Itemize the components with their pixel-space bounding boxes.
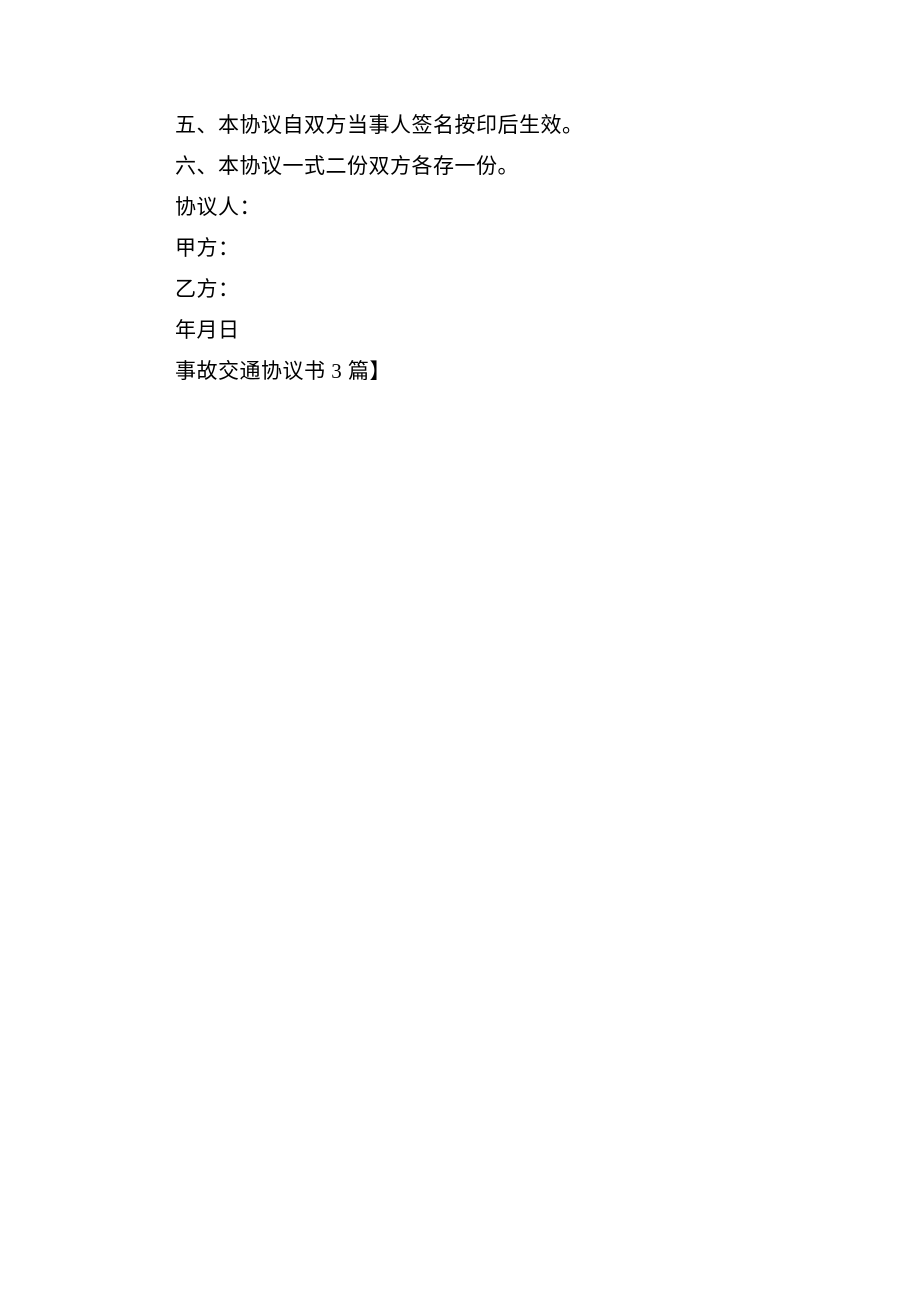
document-content: 五、本协议自双方当事人签名按印后生效。 六、本协议一式二份双方各存一份。 协议人…	[175, 105, 920, 392]
text-line: 甲方：	[175, 228, 920, 269]
text-line: 乙方：	[175, 269, 920, 310]
text-line: 五、本协议自双方当事人签名按印后生效。	[175, 105, 920, 146]
text-line: 六、本协议一式二份双方各存一份。	[175, 146, 920, 187]
text-line: 年月日	[175, 310, 920, 351]
text-line: 事故交通协议书 3 篇】	[175, 351, 920, 392]
text-line: 协议人：	[175, 187, 920, 228]
